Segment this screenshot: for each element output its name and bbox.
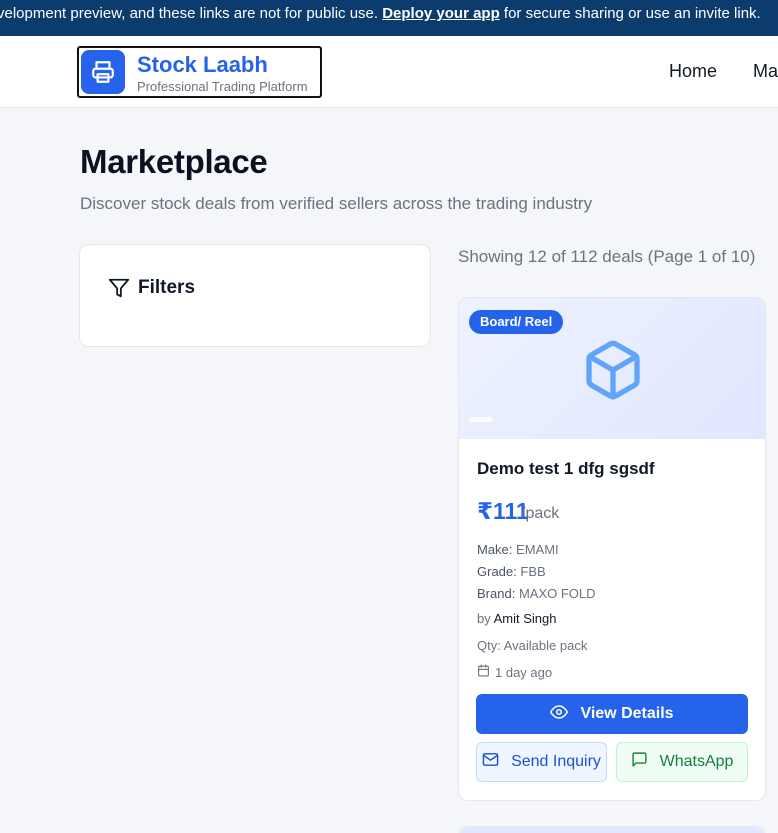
grade-label: Grade: <box>477 564 517 579</box>
results-count: Showing 12 of 112 deals (Page 1 of 10) <box>458 247 756 266</box>
deal-quantity: Qty: Available pack <box>477 638 588 653</box>
image-carousel-dot[interactable] <box>469 417 493 422</box>
brand-label: Brand: <box>477 586 516 601</box>
filter-icon <box>108 277 130 304</box>
package-icon <box>581 336 645 409</box>
filters-panel: Filters <box>79 244 431 347</box>
brand-name: Stock Laabh <box>137 52 268 77</box>
deal-card-next[interactable] <box>458 826 766 833</box>
eye-icon <box>550 703 569 726</box>
deal-make: Make: EMAMI <box>477 542 559 557</box>
seller-by-label: by <box>477 611 491 626</box>
banner-text-end: for secure sharing or use an invite link… <box>499 5 761 22</box>
preview-banner: velopment preview, and these links are n… <box>0 0 778 36</box>
brand-tagline: Professional Trading Platform <box>137 79 308 94</box>
brand-home-link[interactable]: Stock Laabh Professional Trading Platfor… <box>77 46 322 98</box>
message-square-icon <box>631 751 648 773</box>
deal-card[interactable]: Board/ Reel Demo test 1 dfg sgsdf ₹111 /… <box>458 297 766 801</box>
send-inquiry-label: Send Inquiry <box>511 753 601 770</box>
filters-heading: Filters <box>138 277 196 298</box>
whatsapp-label: WhatsApp <box>659 753 734 770</box>
deal-posted-date: 1 day ago <box>477 664 552 680</box>
view-details-button[interactable]: View Details <box>476 694 748 734</box>
grade-value: FBB <box>520 564 546 579</box>
deploy-app-link[interactable]: Deploy your app <box>382 5 500 22</box>
deal-grade: Grade: FBB <box>477 564 546 579</box>
nav-marketplace-link[interactable]: Ma <box>753 61 778 82</box>
page-subtitle: Discover stock deals from verified selle… <box>80 194 593 213</box>
send-inquiry-button[interactable]: Send Inquiry <box>476 742 607 782</box>
mail-icon <box>482 751 499 773</box>
deal-brand: Brand: MAXO FOLD <box>477 586 596 601</box>
deal-image: Board/ Reel <box>459 298 765 439</box>
page-title: Marketplace <box>80 143 268 180</box>
brand-value: MAXO FOLD <box>518 586 596 601</box>
whatsapp-button[interactable]: WhatsApp <box>616 742 748 782</box>
banner-text-start: velopment preview, and these links are n… <box>0 5 383 22</box>
make-label: Make: <box>477 542 513 557</box>
deal-image-next <box>459 827 765 833</box>
printer-icon <box>81 50 125 94</box>
deal-title: Demo test 1 dfg sgsdf <box>477 459 655 478</box>
nav-home-link[interactable]: Home <box>669 61 717 82</box>
calendar-icon <box>477 664 490 680</box>
make-value: EMAMI <box>516 542 559 557</box>
top-navbar: Stock Laabh Professional Trading Platfor… <box>0 36 778 108</box>
deal-price-unit: /pack <box>521 505 560 522</box>
seller-name[interactable]: Amit Singh <box>494 611 557 626</box>
category-badge: Board/ Reel <box>469 310 564 334</box>
view-details-label: View Details <box>580 705 674 722</box>
posted-time: 1 day ago <box>495 664 553 680</box>
deal-seller: by Amit Singh <box>477 611 557 626</box>
